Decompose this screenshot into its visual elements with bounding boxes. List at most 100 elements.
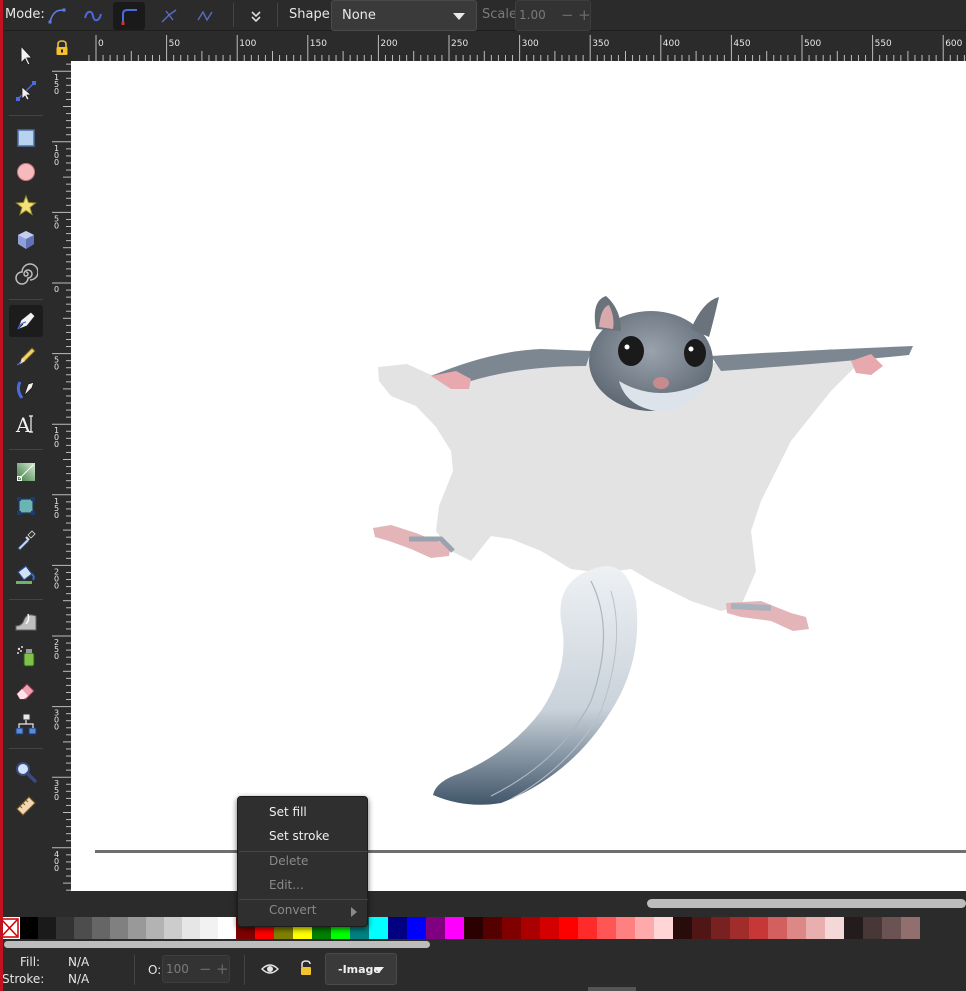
color-swatch[interactable] <box>806 917 825 939</box>
arrow-pointer-icon[interactable] <box>9 39 43 71</box>
chevron-double-down-icon[interactable] <box>240 2 272 30</box>
layer-dropdown[interactable]: -Image <box>325 953 397 985</box>
color-swatch[interactable] <box>616 917 635 939</box>
color-swatch[interactable] <box>768 917 787 939</box>
fill-value[interactable]: N/A <box>68 955 89 969</box>
color-swatch[interactable] <box>483 917 502 939</box>
spiral-icon[interactable] <box>9 258 43 290</box>
color-swatch[interactable] <box>578 917 597 939</box>
increment-button[interactable]: + <box>216 960 229 978</box>
decrement-button[interactable]: − <box>561 6 574 24</box>
color-swatch[interactable] <box>673 917 692 939</box>
unlocked-icon[interactable] <box>298 959 314 977</box>
color-swatch[interactable] <box>218 917 236 939</box>
submenu-arrow-icon <box>351 907 357 917</box>
lock-guides-icon[interactable] <box>52 36 71 60</box>
pen-icon[interactable] <box>9 305 43 337</box>
flying-squirrel-image[interactable] <box>71 61 966 891</box>
color-swatch[interactable] <box>146 917 164 939</box>
color-swatch[interactable] <box>200 917 218 939</box>
ruler-label: 300 <box>522 39 539 49</box>
color-swatch[interactable] <box>182 917 200 939</box>
gradient-icon[interactable] <box>9 456 43 488</box>
color-swatch[interactable] <box>92 917 110 939</box>
fill-label: Fill: <box>20 955 41 969</box>
palette-scroll-thumb[interactable] <box>4 941 430 948</box>
set-stroke-item[interactable]: Set stroke <box>238 825 369 849</box>
decrement-button[interactable]: − <box>199 960 212 978</box>
vertical-ruler[interactable]: 15010050050100150200250300350400 <box>52 61 71 891</box>
color-swatch[interactable] <box>749 917 768 939</box>
color-swatch[interactable] <box>502 917 521 939</box>
color-swatch[interactable] <box>711 917 730 939</box>
spray-icon[interactable] <box>9 640 43 672</box>
color-swatch[interactable] <box>388 917 407 939</box>
scale-spinbox[interactable]: 1.00 − + <box>515 0 591 31</box>
svg-text:A: A <box>15 413 31 436</box>
connector-icon[interactable] <box>9 708 43 740</box>
color-swatch[interactable] <box>445 917 464 939</box>
color-swatch[interactable] <box>20 917 38 939</box>
color-swatch[interactable] <box>540 917 559 939</box>
tweak-icon[interactable] <box>9 606 43 638</box>
rectangle-icon[interactable] <box>9 122 43 154</box>
set-fill-item[interactable]: Set fill <box>238 801 369 825</box>
regular-bezier-icon[interactable] <box>41 2 73 30</box>
cube-icon[interactable] <box>9 224 43 256</box>
color-swatch[interactable] <box>521 917 540 939</box>
ruler-label: 50 <box>169 39 181 49</box>
increment-button[interactable]: + <box>578 6 591 24</box>
paint-bucket-icon[interactable] <box>9 558 43 590</box>
paraxial-icon[interactable] <box>153 2 185 30</box>
color-swatch[interactable] <box>128 917 146 939</box>
color-swatch[interactable] <box>74 917 92 939</box>
ruler-icon[interactable] <box>9 790 43 822</box>
magnifier-icon[interactable] <box>9 756 43 788</box>
eraser-icon[interactable] <box>9 674 43 706</box>
color-swatch[interactable] <box>559 917 578 939</box>
resize-handle[interactable] <box>588 987 636 991</box>
calligraphy-pen-icon[interactable] <box>9 374 43 406</box>
text-icon[interactable]: A <box>9 408 43 440</box>
horizontal-scroll-thumb[interactable] <box>647 899 966 908</box>
color-swatch[interactable] <box>38 917 56 939</box>
node-edit-icon[interactable] <box>9 75 43 107</box>
bspline-path-icon[interactable] <box>113 2 145 30</box>
color-swatch[interactable] <box>825 917 844 939</box>
color-swatch[interactable] <box>863 917 882 939</box>
color-swatch[interactable] <box>597 917 616 939</box>
color-swatch[interactable] <box>901 917 920 939</box>
opacity-spinbox[interactable]: 100 − + <box>162 955 230 983</box>
separator <box>9 299 43 300</box>
dropper-icon[interactable] <box>9 524 43 556</box>
drawing-canvas[interactable] <box>71 61 966 891</box>
ruler-label: 0 <box>54 864 59 873</box>
color-swatch[interactable] <box>787 917 806 939</box>
spiro-path-icon[interactable] <box>77 2 109 30</box>
guide-line <box>95 850 966 853</box>
stroke-value[interactable]: N/A <box>68 972 89 986</box>
color-swatch[interactable] <box>654 917 673 939</box>
sequence-of-segments-icon[interactable] <box>189 2 221 30</box>
color-swatch[interactable] <box>110 917 128 939</box>
none-swatch-icon[interactable] <box>0 917 20 939</box>
color-swatch[interactable] <box>426 917 445 939</box>
circle-icon[interactable] <box>9 156 43 188</box>
color-swatch[interactable] <box>692 917 711 939</box>
color-swatch[interactable] <box>164 917 182 939</box>
mesh-icon[interactable] <box>9 490 43 522</box>
star-icon[interactable] <box>9 190 43 222</box>
color-swatch[interactable] <box>635 917 654 939</box>
color-swatch[interactable] <box>882 917 901 939</box>
shape-dropdown[interactable]: None <box>331 0 477 31</box>
color-swatch[interactable] <box>464 917 483 939</box>
color-swatch[interactable] <box>56 917 74 939</box>
color-swatch[interactable] <box>844 917 863 939</box>
color-swatch[interactable] <box>730 917 749 939</box>
horizontal-ruler[interactable]: 0 50 100 150 200 250 300 350 400 450 500 550 600 <box>71 35 966 61</box>
eye-icon[interactable] <box>260 961 280 977</box>
color-swatch[interactable] <box>369 917 388 939</box>
color-swatch[interactable] <box>407 917 426 939</box>
toolbox: A <box>3 31 48 891</box>
pencil-icon[interactable] <box>9 340 43 372</box>
